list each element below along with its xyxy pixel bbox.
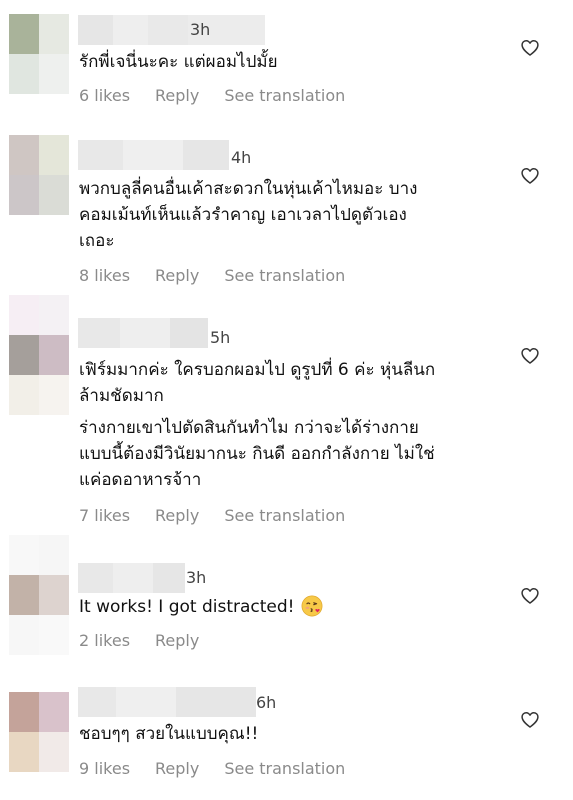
comment-text: รักพี่เจนี่นะคะ แต่ผอมไปมั้ย xyxy=(79,52,278,72)
likes-count[interactable]: 9 likes xyxy=(79,759,130,779)
comment-actions: 9 likes Reply See translation xyxy=(79,759,345,779)
comment-text: It works! I got distracted! xyxy=(79,594,499,620)
comment-actions: 7 likes Reply See translation xyxy=(79,506,345,526)
heart-outline-icon[interactable] xyxy=(520,166,540,186)
comment-actions: 6 likes Reply See translation xyxy=(79,86,345,106)
heart-outline-icon[interactable] xyxy=(520,710,540,730)
see-translation-button[interactable]: See translation xyxy=(224,506,345,526)
heart-outline-icon[interactable] xyxy=(520,346,540,366)
face-blowing-kiss-icon xyxy=(301,595,322,617)
comment-actions: 8 likes Reply See translation xyxy=(79,266,345,286)
reply-button[interactable]: Reply xyxy=(155,506,199,526)
see-translation-button[interactable]: See translation xyxy=(224,266,345,286)
comment-text: ชอบๆๆ สวยในแบบคุณ!! xyxy=(79,724,259,744)
avatar[interactable] xyxy=(9,692,69,772)
avatar[interactable] xyxy=(9,535,69,655)
timestamp: 3h xyxy=(190,20,211,39)
username-blurred[interactable] xyxy=(78,140,229,170)
timestamp: 6h xyxy=(256,693,277,712)
avatar[interactable] xyxy=(9,295,69,415)
likes-count[interactable]: 2 likes xyxy=(79,631,130,651)
avatar[interactable] xyxy=(9,14,69,94)
likes-count[interactable]: 6 likes xyxy=(79,86,130,106)
timestamp: 4h xyxy=(231,148,252,167)
likes-count[interactable]: 8 likes xyxy=(79,266,130,286)
reply-button[interactable]: Reply xyxy=(155,86,199,106)
see-translation-button[interactable]: See translation xyxy=(224,759,345,779)
comment-text-second-paragraph: ร่างกายเขาไปตัดสินกันทำไม กว่าจะได้ร่างก… xyxy=(79,418,435,490)
timestamp: 5h xyxy=(210,328,231,347)
comment-actions: 2 likes Reply xyxy=(79,631,199,651)
username-blurred[interactable] xyxy=(78,563,185,593)
see-translation-button[interactable]: See translation xyxy=(224,86,345,106)
heart-outline-icon[interactable] xyxy=(520,586,540,606)
username-blurred[interactable] xyxy=(78,318,208,348)
comment-text: พวกบลูลี่คนอื่นเค้าสะดวกในหุ่นเค้าไหมอะ … xyxy=(79,179,418,251)
heart-outline-icon[interactable] xyxy=(520,38,540,58)
reply-button[interactable]: Reply xyxy=(155,631,199,651)
reply-button[interactable]: Reply xyxy=(155,759,199,779)
timestamp: 3h xyxy=(186,568,207,587)
avatar[interactable] xyxy=(9,135,69,215)
reply-button[interactable]: Reply xyxy=(155,266,199,286)
username-blurred[interactable] xyxy=(78,15,265,45)
likes-count[interactable]: 7 likes xyxy=(79,506,130,526)
username-blurred[interactable] xyxy=(78,687,256,717)
comment-text: เฟิร์มมากค่ะ ใครบอกผอมไป ดูรูปที่ 6 ค่ะ … xyxy=(79,360,436,406)
